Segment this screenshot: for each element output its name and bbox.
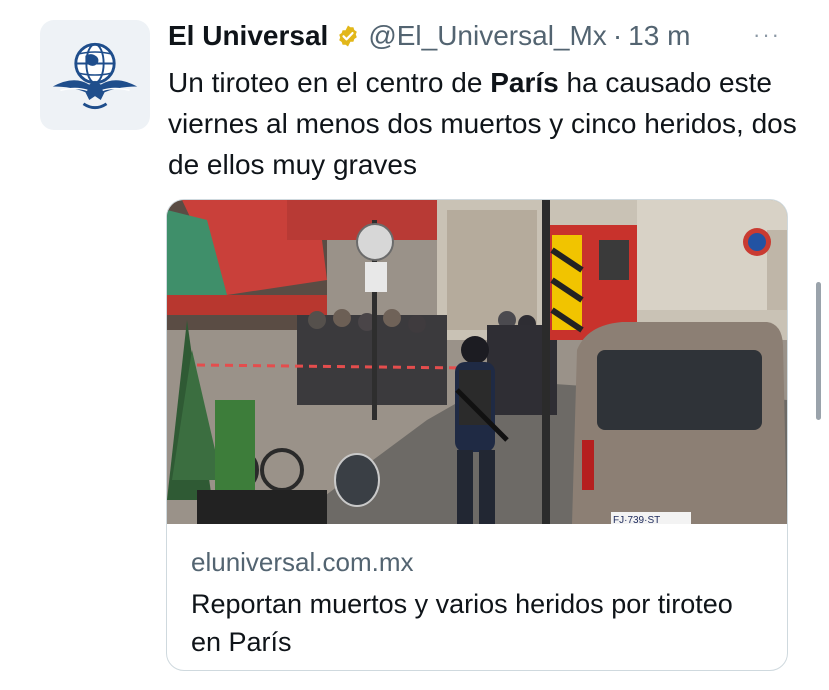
el-universal-logo-icon [52, 42, 138, 110]
handle[interactable]: @El_Universal_Mx [368, 18, 607, 54]
timestamp[interactable]: 13 m [628, 18, 690, 54]
license-plate: FJ·739·ST [613, 515, 660, 524]
tweet-text-part1: Un tiroteo en el centro de [168, 67, 491, 98]
more-options-icon[interactable]: ··· [753, 22, 781, 48]
scrollbar[interactable] [816, 282, 821, 420]
tweet-text: Un tiroteo en el centro de París ha caus… [168, 62, 798, 185]
news-photo-icon: FJ·739·ST [167, 200, 787, 524]
avatar[interactable] [40, 20, 150, 130]
tweet-text-bold: París [490, 67, 559, 98]
tweet-header: El Universal @El_Universal_Mx · 13 m [168, 18, 690, 54]
display-name[interactable]: El Universal [168, 18, 328, 54]
link-card[interactable]: FJ·739·ST eluniversal.com.mx Reportan mu… [166, 199, 788, 671]
separator-dot: · [612, 20, 623, 51]
verified-badge-icon [339, 25, 358, 47]
card-image[interactable]: FJ·739·ST [167, 200, 787, 524]
card-title[interactable]: Reportan muertos y varios heridos por ti… [191, 585, 761, 661]
tweet[interactable]: El Universal @El_Universal_Mx · 13 m ···… [0, 0, 829, 690]
card-domain[interactable]: eluniversal.com.mx [191, 546, 414, 578]
